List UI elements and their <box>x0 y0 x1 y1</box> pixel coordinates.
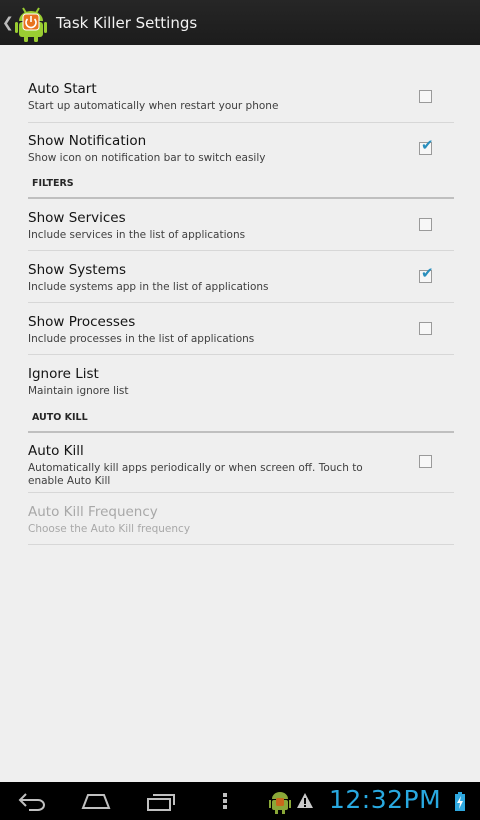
action-bar: ❮ Task Killer Settings <box>0 0 480 45</box>
pref-show-services[interactable]: Show Services Include services in the li… <box>28 199 454 251</box>
checkbox-checked[interactable]: ✔ <box>419 138 434 155</box>
pref-summary: Automatically kill apps periodically or … <box>28 462 363 487</box>
pref-auto-kill[interactable]: Auto Kill Automatically kill apps period… <box>28 433 454 493</box>
pref-summary: Include processes in the list of applica… <box>28 333 255 345</box>
pref-ignore-list[interactable]: Ignore List Maintain ignore list <box>28 355 454 407</box>
category-header: FILTERS <box>28 173 454 199</box>
android-notification-icon <box>268 789 292 819</box>
status-clock: 12:32PM <box>329 785 442 814</box>
pref-summary: Include services in the list of applicat… <box>28 229 246 241</box>
pref-show-processes[interactable]: Show Processes Include processes in the … <box>28 303 454 355</box>
back-icon[interactable] <box>17 791 47 815</box>
check-icon: ✔ <box>421 136 434 154</box>
pref-summary: Include systems app in the list of appli… <box>28 281 269 293</box>
warning-icon <box>296 792 314 814</box>
pref-title: Auto Kill <box>28 443 84 459</box>
menu-overflow-icon[interactable] <box>221 791 229 815</box>
preference-list: Auto Start Start up automatically when r… <box>28 71 454 545</box>
check-icon: ✔ <box>421 264 434 282</box>
pref-title: Show Services <box>28 210 126 226</box>
pref-show-notification[interactable]: Show Notification Show icon on notificat… <box>28 123 454 173</box>
checkbox-unchecked[interactable] <box>419 218 432 231</box>
pref-summary: Start up automatically when restart your… <box>28 100 279 112</box>
pref-title: Show Processes <box>28 314 136 330</box>
category-header: AUTO KILL <box>28 407 454 433</box>
battery-charging-icon <box>454 792 466 816</box>
page-title: Task Killer Settings <box>56 13 198 32</box>
pref-title: Ignore List <box>28 366 99 382</box>
pref-summary: Choose the Auto Kill frequency <box>28 523 191 535</box>
checkbox-unchecked[interactable] <box>419 455 432 468</box>
pref-title: Show Systems <box>28 262 127 278</box>
checkbox-unchecked[interactable] <box>419 322 432 335</box>
pref-auto-start[interactable]: Auto Start Start up automatically when r… <box>28 71 454 123</box>
pref-auto-kill-frequency: Auto Kill Frequency Choose the Auto Kill… <box>28 493 454 545</box>
pref-summary: Maintain ignore list <box>28 385 129 397</box>
settings-content: Auto Start Start up automatically when r… <box>0 45 480 782</box>
recent-apps-icon[interactable] <box>146 792 176 816</box>
pref-title: Auto Kill Frequency <box>28 504 158 520</box>
system-navigation-bar: 12:32PM <box>0 782 480 820</box>
pref-title: Auto Start <box>28 81 97 97</box>
up-caret-icon[interactable]: ❮ <box>2 16 14 30</box>
android-power-icon[interactable] <box>14 4 48 42</box>
checkbox-unchecked[interactable] <box>419 90 432 103</box>
pref-show-systems[interactable]: Show Systems Include systems app in the … <box>28 251 454 303</box>
home-icon[interactable] <box>80 792 112 814</box>
pref-summary: Show icon on notification bar to switch … <box>28 152 266 164</box>
checkbox-checked[interactable]: ✔ <box>419 266 434 283</box>
pref-title: Show Notification <box>28 133 147 149</box>
